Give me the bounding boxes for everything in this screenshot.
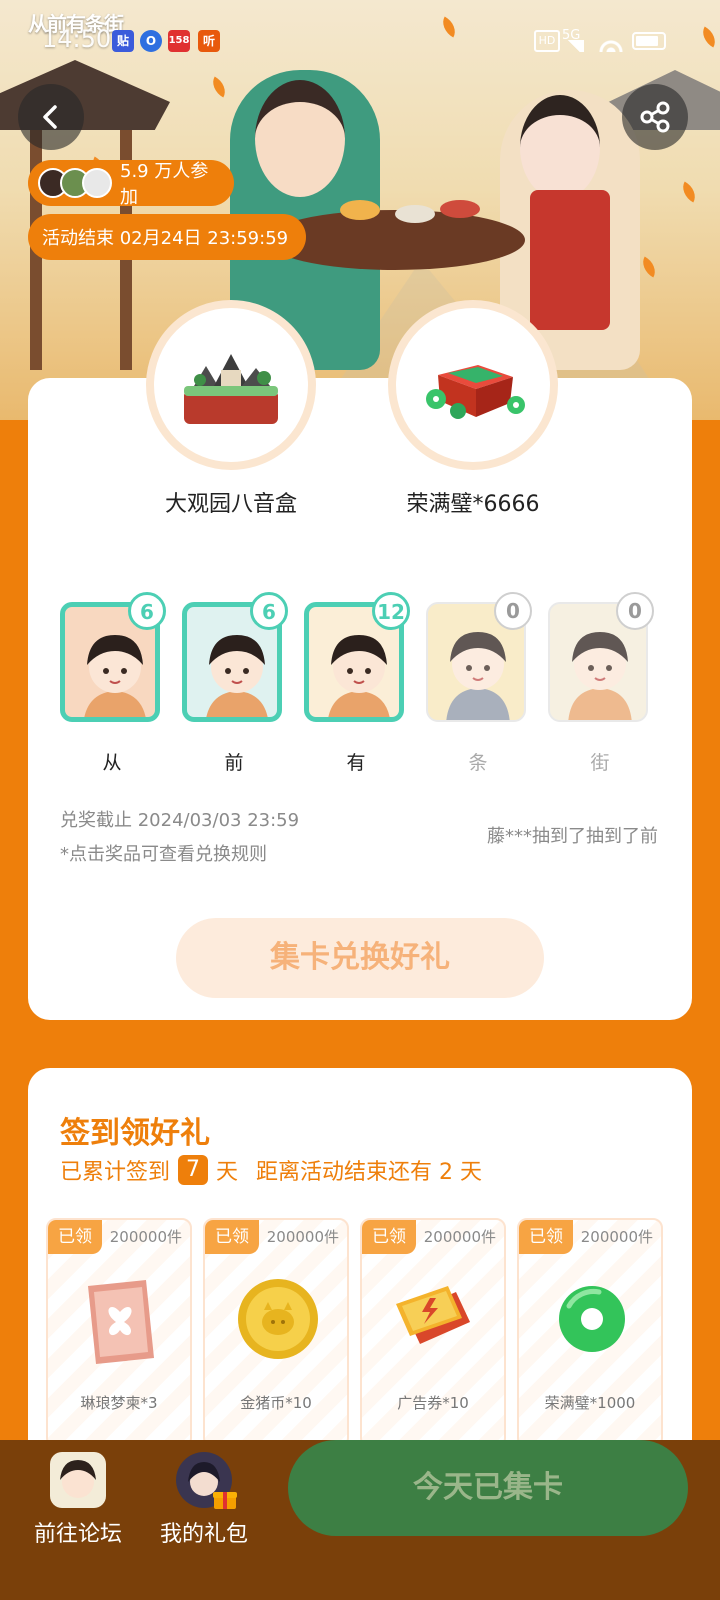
invitation-card-icon <box>88 1280 154 1364</box>
jade-disc-icon <box>559 1286 625 1352</box>
signin-status: 已累计签到 7 天 距离活动结束还有 2 天 <box>60 1154 482 1186</box>
reward-item[interactable]: 已领 200000件 琳琅梦柬*3 <box>46 1218 192 1448</box>
notification-icon-tieba: 贴 <box>112 30 134 52</box>
activity-end-text: 活动结束 02月24日 23:59:59 <box>42 228 289 249</box>
music-box-icon <box>184 354 278 424</box>
back-button[interactable] <box>18 84 84 150</box>
notification-icon-browser: O <box>140 30 162 52</box>
reward-item[interactable]: 已领 200000件 广告券*10 <box>360 1218 506 1448</box>
avatar <box>82 168 112 198</box>
reward-name: 荣满璧*1000 <box>544 1394 636 1412</box>
chevron-left-icon <box>43 105 57 129</box>
card-count-badge: 12 <box>372 592 410 630</box>
notification-icon-158: 158 <box>168 30 190 52</box>
reward-stock: 200000件 <box>423 1228 496 1246</box>
participants-pill: 5.9 万人参加 <box>28 160 234 208</box>
signin-prefix: 已累计签到 <box>60 1160 171 1185</box>
claimed-badge: 已领 <box>519 1220 573 1254</box>
reward-stock: 200000件 <box>266 1228 339 1246</box>
collect-today-button[interactable]: 今天已集卡 <box>288 1440 688 1536</box>
maple-leaf-decoration <box>677 181 701 203</box>
card-count-badge: 0 <box>616 592 654 630</box>
notification-icon-listen: 听 <box>198 30 220 52</box>
card-label: 有 <box>346 752 366 774</box>
reward-stock: 200000件 <box>580 1228 653 1246</box>
redeem-hint: *点击奖品可查看兑换规则 <box>60 844 267 865</box>
redeem-deadline: 兑奖截止 2024/03/03 23:59 <box>60 810 300 831</box>
signin-day-unit: 天 <box>216 1160 239 1185</box>
reward-name: 金猪币*10 <box>240 1394 312 1412</box>
participant-avatars <box>38 168 112 198</box>
character-face <box>255 80 345 197</box>
signin-title: 签到领好礼 <box>60 1116 210 1151</box>
participants-count: 5.9 万人参加 <box>120 161 209 208</box>
prize-jade[interactable] <box>388 300 558 470</box>
food-dish <box>440 200 480 218</box>
wifi-icon <box>598 32 624 52</box>
reward-name: 琳琅梦柬*3 <box>80 1394 158 1412</box>
character-robe <box>530 190 610 330</box>
claimed-badge: 已领 <box>48 1220 102 1254</box>
food-dish <box>340 200 380 220</box>
forum-label: 前往论坛 <box>33 1522 122 1547</box>
claimed-badge: 已领 <box>362 1220 416 1254</box>
forum-link[interactable]: 前往论坛 <box>18 1452 138 1548</box>
maple-leaf-decoration <box>637 256 661 278</box>
signin-remaining: 距离活动结束还有 2 天 <box>256 1160 483 1185</box>
gifts-avatar <box>176 1452 237 1509</box>
card-label: 街 <box>590 752 610 774</box>
forum-avatar <box>50 1452 106 1508</box>
signin-days: 7 <box>178 1155 209 1185</box>
gifts-label: 我的礼包 <box>159 1522 248 1547</box>
activity-end-pill: 活动结束 02月24日 23:59:59 <box>28 214 306 260</box>
my-gifts-link[interactable]: 我的礼包 <box>144 1452 264 1548</box>
reward-stock: 200000件 <box>109 1228 182 1246</box>
card-label: 前 <box>224 752 244 774</box>
reward-name: 广告券*10 <box>397 1394 469 1412</box>
status-bar: 从前有条街 14:50 贴 O 158 听 HD 5G <box>0 0 720 80</box>
share-icon <box>640 101 670 133</box>
prize-name: 荣满璧*6666 <box>406 492 540 517</box>
battery-icon <box>632 32 666 50</box>
status-time: 14:50 <box>42 25 112 53</box>
reward-item[interactable]: 已领 200000件 金猪币*10 <box>203 1218 349 1448</box>
prize-music-box[interactable] <box>146 300 316 470</box>
share-button[interactable] <box>622 84 688 150</box>
reward-item[interactable]: 已领 200000件 荣满璧*1000 <box>517 1218 663 1448</box>
hd-icon: HD <box>534 30 560 52</box>
prize-name: 大观园八音盒 <box>164 492 297 517</box>
ad-ticket-icon <box>396 1286 470 1344</box>
card-label: 条 <box>468 752 488 774</box>
card-count-badge: 6 <box>250 592 288 630</box>
winner-ticker: 藤***抽到了抽到了前 <box>487 826 658 847</box>
card-count-badge: 0 <box>494 592 532 630</box>
card-label: 从 <box>102 752 122 774</box>
gold-pig-coin-icon <box>238 1279 318 1359</box>
gift-icon <box>213 1492 237 1509</box>
signal-icon <box>564 40 584 52</box>
redeem-button[interactable]: 集卡兑换好礼 <box>176 918 544 998</box>
character-face <box>520 95 600 200</box>
claimed-badge: 已领 <box>205 1220 259 1254</box>
jade-gift-box-icon <box>426 365 525 419</box>
card-count-badge: 6 <box>128 592 166 630</box>
food-dish <box>395 205 435 223</box>
